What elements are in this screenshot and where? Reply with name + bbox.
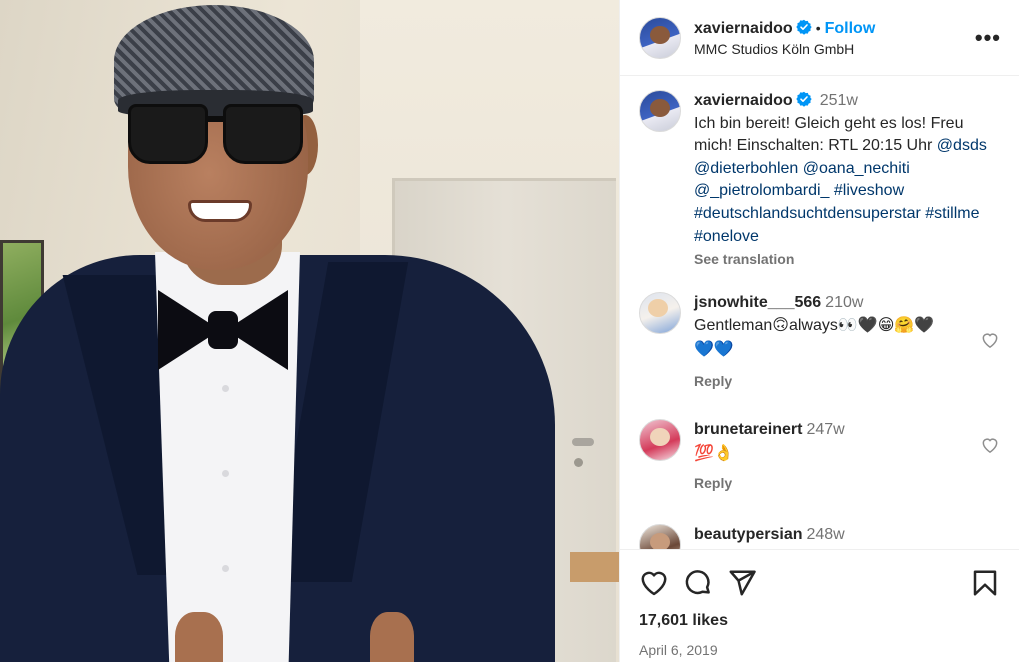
- comment-time: 247w: [806, 421, 845, 439]
- photo-bowtie: [158, 285, 288, 370]
- comment-emoji: 💙💙: [694, 338, 734, 358]
- verified-badge-icon: [796, 91, 812, 107]
- photo-door-lock: [574, 458, 583, 467]
- see-translation-link[interactable]: See translation: [694, 248, 794, 271]
- comment-text: 💯👌: [694, 442, 734, 462]
- photo-shirt-button: [222, 565, 229, 572]
- photo-shirt-button: [222, 385, 229, 392]
- author-username[interactable]: xaviernaidoo: [694, 20, 793, 37]
- comment-time: 210w: [825, 293, 864, 311]
- comment-body: jsnowhite___566 210w Gentleman🙃always👀🖤😁🤗…: [694, 292, 1000, 393]
- caption-time: 251w: [819, 92, 858, 109]
- comments-list[interactable]: xaviernaidoo 251w Ich bin bereit! Gleich …: [620, 76, 1019, 549]
- caption-main-text: Ich bin bereit! Gleich geht es los! Freu…: [694, 114, 964, 155]
- photo-sunglasses: [128, 104, 304, 168]
- post-header: xaviernaidoo • Follow MMC Studios Köln Gmb…: [620, 0, 1019, 76]
- caption-body: xaviernaidoo 251w Ich bin bereit! Gleich …: [694, 90, 1000, 272]
- comment-avatar[interactable]: [639, 291, 681, 334]
- comment-emoji: 🙃: [772, 315, 789, 335]
- follow-button[interactable]: Follow: [825, 20, 876, 37]
- comment-text: Gentleman🙃always👀🖤😁🤗🖤 💙💙: [694, 314, 1000, 361]
- post-actions: 17,601 likes April 6, 2019: [620, 549, 1019, 662]
- author-avatar[interactable]: [639, 16, 681, 59]
- comment-avatar[interactable]: [639, 419, 681, 462]
- caption-text: Ich bin bereit! Gleich geht es los! Freu…: [694, 113, 1000, 249]
- bookmark-icon[interactable]: [970, 568, 1000, 598]
- comment-avatar[interactable]: [639, 523, 681, 549]
- likes-count[interactable]: 17,601 likes: [639, 612, 1000, 630]
- comment-icon[interactable]: [683, 568, 713, 598]
- comment-like-heart-icon[interactable]: [980, 330, 1000, 350]
- instagram-post: xaviernaidoo • Follow MMC Studios Köln Gmb…: [0, 0, 1019, 662]
- photo-bow-knot: [208, 311, 238, 349]
- comment-row: jsnowhite___566 210w Gentleman🙃always👀🖤😁🤗…: [639, 291, 1000, 393]
- author-line: xaviernaidoo • Follow: [694, 19, 971, 38]
- photo-table: [570, 552, 619, 582]
- verified-badge-icon: [796, 19, 812, 35]
- photo-shirt-button: [222, 470, 229, 477]
- photo-lens-left: [128, 104, 208, 164]
- comment-username[interactable]: brunetareinert: [694, 421, 802, 438]
- heart-icon[interactable]: [639, 568, 669, 598]
- comment-row: brunetareinert 247w 💯👌 Reply: [639, 419, 1000, 496]
- more-options-icon[interactable]: •••: [971, 25, 1005, 51]
- comment-row: beautypersian 248w: [639, 523, 1000, 549]
- post-side-panel: xaviernaidoo • Follow MMC Studios Köln Gmb…: [619, 0, 1019, 662]
- comment-text-part: Gentleman: [694, 317, 773, 335]
- photo-thumb-left: [175, 612, 223, 662]
- photo-smile: [188, 200, 252, 222]
- comment-username[interactable]: beautypersian: [694, 526, 802, 543]
- comment-text-part: always: [788, 317, 838, 335]
- reply-button[interactable]: Reply: [694, 370, 732, 393]
- caption-avatar[interactable]: [639, 90, 681, 132]
- separator-dot: •: [815, 19, 821, 36]
- comment-body: beautypersian 248w: [694, 524, 1000, 547]
- post-photo[interactable]: [0, 0, 619, 662]
- comment-body: brunetareinert 247w 💯👌 Reply: [694, 419, 1000, 496]
- share-icon[interactable]: [727, 568, 757, 598]
- comment-time: 248w: [806, 525, 845, 543]
- comment-emoji: 👀🖤😁🤗🖤: [837, 315, 935, 335]
- reply-button[interactable]: Reply: [694, 472, 732, 495]
- post-date: April 6, 2019: [639, 642, 718, 658]
- comment-like-heart-icon[interactable]: [980, 435, 1000, 455]
- comment-username[interactable]: jsnowhite___566: [694, 294, 821, 311]
- post-location[interactable]: MMC Studios Köln GmbH: [694, 41, 971, 57]
- caption-row: xaviernaidoo 251w Ich bin bereit! Gleich …: [639, 90, 1000, 272]
- action-icons: [639, 566, 1000, 600]
- author-meta: xaviernaidoo • Follow MMC Studios Köln Gmb…: [694, 19, 971, 57]
- caption-username[interactable]: xaviernaidoo: [694, 92, 793, 109]
- photo-lens-right: [223, 104, 303, 164]
- photo-thumb-right: [370, 612, 414, 662]
- photo-door-handle: [572, 438, 594, 446]
